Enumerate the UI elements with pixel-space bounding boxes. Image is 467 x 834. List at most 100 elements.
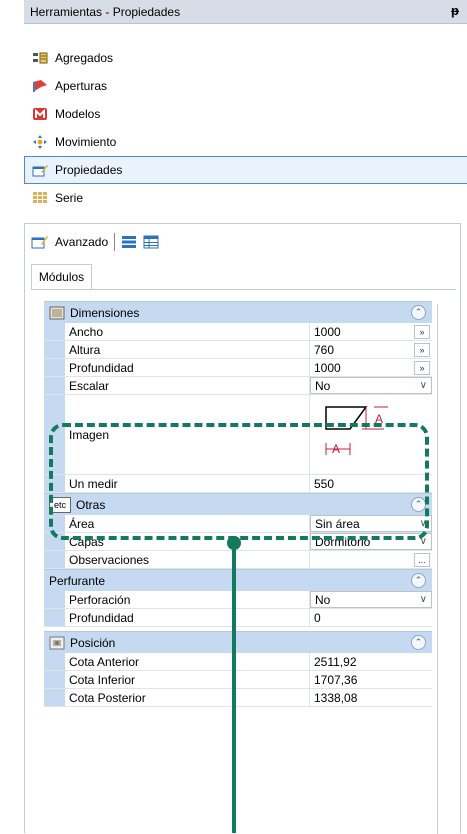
property-name: Un medir [65, 475, 310, 492]
nav-item-agregados[interactable]: Agregados [24, 44, 467, 72]
property-row-escalar: Escalar No ∨ [44, 377, 432, 395]
chevron-down-icon[interactable]: ∨ [420, 380, 427, 391]
toolbar-divider [114, 233, 116, 251]
property-value[interactable]: 1000 [314, 325, 341, 339]
property-name: Profundidad [65, 359, 310, 376]
nav-item-modelos[interactable]: Modelos [24, 100, 467, 128]
properties-toolbar: Avanzado [31, 230, 165, 254]
property-name: Altura [65, 341, 310, 358]
chevron-down-icon[interactable]: ∨ [420, 518, 427, 529]
properties-icon [31, 162, 49, 178]
property-name: Área [65, 515, 310, 532]
collapse-icon[interactable]: ⌃ [411, 305, 426, 320]
category-posicion[interactable]: Posición ⌃ [44, 631, 432, 653]
property-name: Perforación [65, 591, 310, 608]
nav-item-label: Agregados [55, 51, 114, 65]
property-value[interactable]: No [315, 379, 330, 393]
property-name: Ancho [65, 323, 310, 340]
property-value[interactable]: 0 [314, 611, 321, 625]
ancho-value[interactable]: 1000 » [310, 323, 432, 340]
cota-anterior-value[interactable]: 2511,92 [310, 653, 432, 670]
nav-item-movimiento[interactable]: Movimiento [24, 128, 467, 156]
property-value[interactable]: 1000 [314, 361, 341, 375]
nav-item-serie[interactable]: Serie [24, 184, 467, 212]
advanced-label[interactable]: Avanzado [55, 235, 108, 249]
models-icon [31, 106, 49, 122]
ellipsis-button[interactable]: ... [414, 553, 430, 567]
tool-list: Agregados Aperturas Modelos Movimiento P… [24, 44, 467, 212]
property-value[interactable]: 1338,08 [314, 691, 357, 705]
callout-connector-line [232, 541, 236, 833]
nav-item-aperturas[interactable]: Aperturas [24, 72, 467, 100]
property-row-ancho: Ancho 1000 » [44, 323, 432, 341]
chevron-down-icon[interactable]: ∨ [420, 594, 427, 605]
category-perfurante[interactable]: Perfurante ⌃ [44, 569, 432, 591]
property-name: Profundidad [65, 609, 310, 626]
add-items-icon [31, 50, 49, 66]
property-value[interactable]: 1707,36 [314, 673, 357, 687]
property-row-altura: Altura 760 » [44, 341, 432, 359]
expand-button[interactable]: » [414, 343, 430, 357]
panel-titlebar: Herramientas - Propiedades ᵽ [24, 0, 467, 24]
collapse-icon[interactable]: ⌃ [411, 573, 426, 588]
property-name: Observaciones [65, 551, 310, 568]
nav-item-propiedades[interactable]: Propiedades [24, 156, 467, 184]
property-name: Cota Anterior [65, 653, 310, 670]
property-grid: Dimensiones ⌃ Ancho 1000 » Altura 760 » Pr… [44, 301, 432, 707]
position-icon [49, 636, 65, 650]
property-name: Imagen [65, 395, 310, 474]
category-dimensiones[interactable]: Dimensiones ⌃ [44, 301, 432, 323]
property-row-cota-anterior: Cota Anterior 2511,92 [44, 653, 432, 671]
profundidad-2-value[interactable]: 0 [310, 609, 432, 626]
category-otras[interactable]: etc Otras ⌃ [44, 493, 432, 515]
move-icon [31, 134, 49, 150]
categorized-view-icon[interactable] [121, 235, 137, 249]
property-value[interactable]: No [315, 593, 330, 607]
perforacion-select[interactable]: No ∨ [310, 591, 432, 608]
property-row-profundidad-2: Profundidad 0 [44, 609, 432, 627]
chevron-down-icon[interactable]: ∨ [420, 536, 427, 547]
callout-anchor-dot [227, 536, 241, 550]
capas-select[interactable]: Dormitorio ∨ [310, 533, 432, 550]
series-icon [31, 190, 49, 206]
property-row-un-medir: Un medir 550 [44, 475, 432, 493]
cota-inferior-value[interactable]: 1707,36 [310, 671, 432, 688]
pin-icon[interactable]: ᵽ [451, 3, 459, 18]
profundidad-value[interactable]: 1000 » [310, 359, 432, 376]
property-row-profundidad: Profundidad 1000 » [44, 359, 432, 377]
property-row-area: Área Sin área ∨ [44, 515, 432, 533]
dimension-label-a-bottom: A [332, 442, 340, 456]
nav-item-label: Serie [55, 191, 84, 205]
table-view-icon[interactable] [143, 235, 159, 249]
property-row-observaciones: Observaciones ... [44, 551, 432, 569]
openings-icon [31, 78, 49, 94]
property-value[interactable]: Sin área [315, 517, 360, 531]
nav-item-label: Modelos [55, 107, 101, 121]
expand-button[interactable]: » [414, 325, 430, 339]
expand-button[interactable]: » [414, 361, 430, 375]
altura-value[interactable]: 760 » [310, 341, 432, 358]
advanced-icon[interactable] [31, 234, 49, 250]
property-row-imagen: Imagen A A [44, 395, 432, 475]
area-select[interactable]: Sin área ∨ [310, 515, 432, 532]
category-label: Otras [76, 497, 106, 512]
observaciones-value[interactable]: ... [310, 551, 432, 568]
property-value[interactable]: 2511,92 [314, 655, 357, 669]
dimension-label-a-right: A [375, 412, 383, 426]
property-value[interactable]: Dormitorio [315, 535, 370, 549]
nav-item-label: Propiedades [55, 163, 123, 177]
escalar-select[interactable]: No ∨ [310, 377, 432, 394]
collapse-icon[interactable]: ⌃ [411, 497, 426, 512]
category-label: Dimensiones [70, 305, 140, 320]
un-medir-value[interactable]: 550 [310, 475, 432, 492]
property-name: Cota Inferior [65, 671, 310, 688]
category-label: Perfurante [49, 573, 106, 588]
cota-posterior-value[interactable]: 1338,08 [310, 689, 432, 706]
property-value[interactable]: 550 [314, 477, 334, 491]
collapse-icon[interactable]: ⌃ [411, 635, 426, 650]
tab-modulos[interactable]: Módulos [31, 264, 92, 290]
property-value[interactable]: 760 [314, 343, 334, 357]
imagen-preview[interactable]: A A [310, 395, 432, 474]
nav-item-label: Aperturas [55, 79, 108, 93]
grid-scrollbar[interactable] [437, 304, 438, 834]
